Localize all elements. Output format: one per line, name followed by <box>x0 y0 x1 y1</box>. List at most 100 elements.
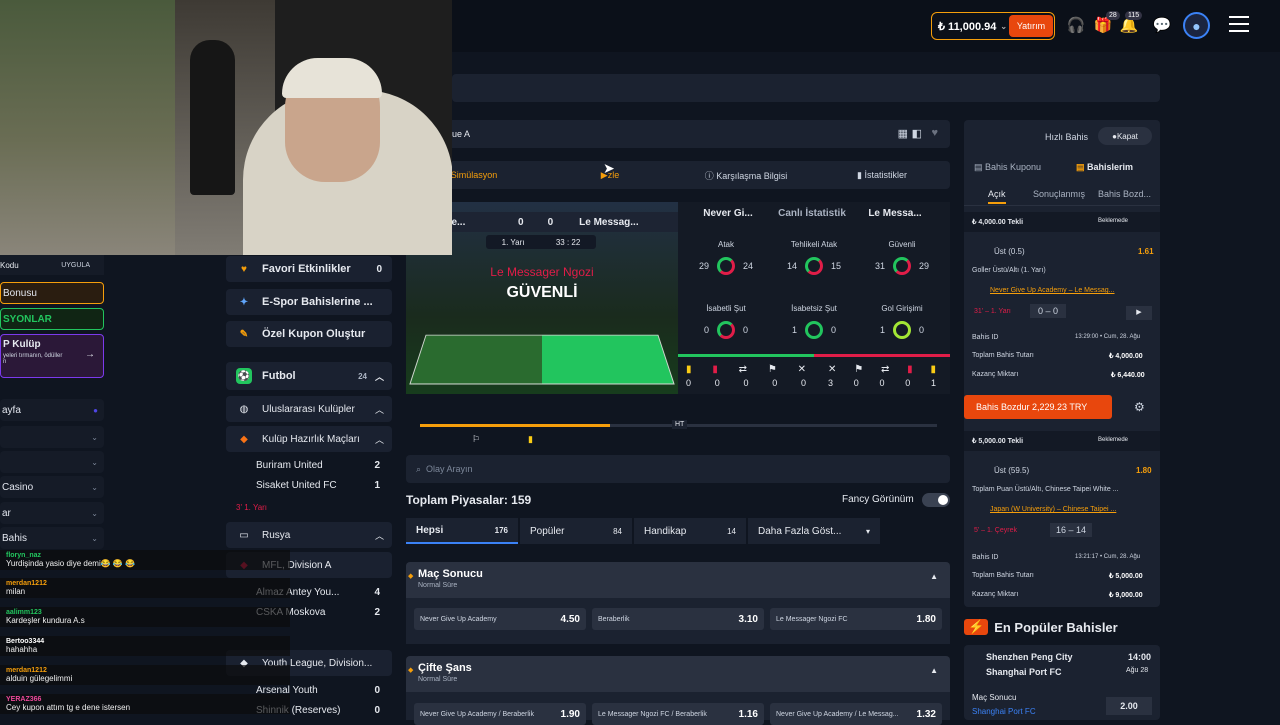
tab-my-bets[interactable]: ▤ Bahislerim <box>1076 162 1133 173</box>
gear-icon[interactable]: ⚙ <box>1134 400 1145 414</box>
tab-bet-coupon[interactable]: ▤ Bahis Kuponu <box>974 162 1041 173</box>
odd-button[interactable]: Never Give Up Academy / Le Messag... 1.32 <box>770 703 942 725</box>
odd-button[interactable]: Le Messager Ngozi FC 1.80 <box>770 608 942 630</box>
international-clubs[interactable]: ◍ Uluslararası Kulüpler ︿ <box>226 396 392 422</box>
match-count: 4 <box>374 586 380 598</box>
menu-icon[interactable] <box>1229 16 1249 34</box>
stats-home-team: Never Gi... <box>703 208 753 219</box>
odd-label: Le Messager Ngozi FC / Beraberlik <box>598 710 707 718</box>
stat-away: 0 <box>919 325 925 335</box>
market-match-result[interactable]: Maç Sonucu Normal Süre ◆ ▲ <box>406 562 950 598</box>
chat-text: milan <box>6 587 26 596</box>
stat-label: İsabetsiz Şut <box>791 304 837 313</box>
win-label: Kazanç Miktarı <box>972 591 1019 598</box>
apply-button[interactable]: UYGULA <box>61 262 90 269</box>
match-clock: 1. Yarı 33 : 22 <box>486 235 596 249</box>
tab-more[interactable]: Daha Fazla Göst... ▾ <box>748 518 880 544</box>
attack-state: GÜVENLİ <box>506 284 578 301</box>
popular-bet-card[interactable]: Shenzhen Peng City Shanghai Port FC 14:0… <box>964 645 1160 720</box>
tab-match-info[interactable]: ⓘ Karşılaşma Bilgisi <box>678 169 814 182</box>
market-double-chance[interactable]: Çifte Şans Normal Süre ◆ ▲ <box>406 656 950 692</box>
promotions-item[interactable]: SYONLAR <box>0 308 104 330</box>
stat-label: Tehlikeli Atak <box>790 240 838 249</box>
bet-event-link[interactable]: Japan (W University) – Chinese Taipei ..… <box>990 506 1116 513</box>
play-icon[interactable]: ▶ <box>1126 306 1152 320</box>
odd-label: Never Give Up Academy <box>420 615 497 623</box>
market-subtitle: Normal Süre <box>418 676 458 683</box>
sidebar-item-page[interactable]: ayfa ● <box>0 399 104 421</box>
stat-home: 1 <box>791 325 797 335</box>
breadcrumb-bar <box>452 74 1160 102</box>
chevron-up-icon: ︿ <box>374 434 384 445</box>
fancy-view-toggle[interactable] <box>922 493 950 507</box>
vip-club-card[interactable]: P Kulüp yeleri tırmanın, ödüller n → <box>0 334 104 378</box>
tab-label: Bahis Kuponu <box>985 162 1042 172</box>
odd-button[interactable]: Beraberlik 3.10 <box>592 608 764 630</box>
pitch-graphic <box>409 334 675 385</box>
stats-away-team: Le Messa... <box>868 208 922 219</box>
bet-odds: 1.80 <box>1136 466 1152 475</box>
tab-all[interactable]: Hepsi 176 <box>406 518 518 544</box>
esports-item[interactable]: ✦ E-Spor Bahislerine ... <box>226 289 392 315</box>
football-category[interactable]: ⚽ Futbol 24 ︿ <box>226 362 392 390</box>
sidebar-item-label: Casino <box>2 481 34 493</box>
sidebar-item-casino[interactable]: Casino ⌄ <box>0 476 104 498</box>
substitution-icon: ⇄ <box>880 364 890 375</box>
stat-away: 0 <box>905 378 911 388</box>
market-name: Maç Sonucu <box>972 693 1017 702</box>
chat-message: Bertoo3344 hahahha <box>0 636 290 656</box>
chat-message: merdan1212 milan <box>0 578 290 598</box>
russia-item[interactable]: ▭ Rusya ︿ <box>226 522 392 548</box>
odd-button[interactable]: Never Give Up Academy 4.50 <box>414 608 586 630</box>
bet-event-link[interactable]: Never Give Up Academy – Le Messag... <box>990 287 1115 294</box>
tab-label: Handikap <box>644 525 687 537</box>
tab-settled[interactable]: Sonuçlanmış <box>1033 189 1085 199</box>
chevron-up-icon: ︿ <box>374 530 384 541</box>
promotions-label: SYONLAR <box>3 313 52 325</box>
stats-header: Never Gi... Canlı İstatistik Le Messa... <box>678 208 950 219</box>
odds-button[interactable]: 2.00 <box>1106 697 1152 715</box>
match-period: 1. Yarı <box>501 237 525 247</box>
chat-text: Cey kupon attım tg e dene istersen <box>6 703 131 712</box>
headset-icon[interactable]: 🎧 <box>1067 16 1086 34</box>
favorites-item[interactable]: ♥ Favori Etkinlikler 0 <box>226 256 392 282</box>
cashout-button[interactable]: Bahis Bozdur 2,229.23 TRY <box>964 395 1112 419</box>
tab-statistics[interactable]: ▮ İstatistikler <box>814 170 950 181</box>
stat-away: 3 <box>828 378 834 388</box>
odd-button[interactable]: Never Give Up Academy / Beraberlik 1.90 <box>414 703 586 725</box>
friendly-matches[interactable]: ◆ Kulüp Hazırlık Maçları ︿ <box>226 426 392 452</box>
sidebar-item-2[interactable]: ⌄ <box>0 426 104 448</box>
ring-chart <box>805 257 823 275</box>
sidebar-item-sports[interactable]: Bahis ⌄ <box>0 527 104 549</box>
stat-away: 0 <box>853 378 859 388</box>
promo-code-row[interactable]: Kodu UYGULA <box>0 255 104 275</box>
list-item[interactable]: Buriram United 2 <box>226 455 392 475</box>
avatar[interactable]: ● <box>1183 12 1210 39</box>
sidebar-item-3[interactable]: ⌄ <box>0 451 104 473</box>
tab-handicap[interactable]: Handikap 14 <box>634 518 746 544</box>
favorite-icon[interactable]: ♥ <box>931 127 938 139</box>
bet-stake-type: ₺ 4,000.00 Tekli <box>972 219 1024 226</box>
tab-open[interactable]: Açık <box>988 189 1006 204</box>
chat-icon[interactable]: 💬 <box>1153 16 1172 34</box>
bet-time: 13:29:00 • Cum, 28. Ağu <box>1075 334 1141 340</box>
tab-popular[interactable]: Popüler 84 <box>520 518 632 544</box>
tab-label: Bahislerim <box>1087 162 1134 172</box>
bet2-header: ₺ 5,000.00 Tekli Beklemede <box>964 431 1160 451</box>
custom-coupon-item[interactable]: ✎ Özel Kupon Oluştur <box>226 321 392 347</box>
split-view-icon[interactable]: ◧ <box>912 127 922 140</box>
list-item[interactable]: Sisaket United FC 1 <box>226 475 392 495</box>
halftime-marker: HT <box>672 420 688 429</box>
fancy-view-label: Fancy Görünüm <box>842 494 914 505</box>
odd-button[interactable]: Le Messager Ngozi FC / Beraberlik 1.16 <box>592 703 764 725</box>
quick-bet-toggle[interactable]: ● Kapat <box>1098 127 1152 145</box>
event-search-input[interactable]: ⌕ Olay Arayın <box>406 455 950 483</box>
tab-cashout[interactable]: Bahis Bozd... <box>1098 189 1151 199</box>
stat-away: 1 <box>930 378 936 388</box>
grid-view-icon[interactable]: ▦ <box>898 127 908 140</box>
win-value: ₺ 6,440.00 <box>1111 372 1145 379</box>
sidebar-item-5[interactable]: ar ⌄ <box>0 502 104 524</box>
bonus-item[interactable]: Bonusu <box>0 282 104 304</box>
chat-user: merdan1212 <box>6 580 47 587</box>
deposit-button[interactable]: Yatırım <box>1009 15 1053 37</box>
